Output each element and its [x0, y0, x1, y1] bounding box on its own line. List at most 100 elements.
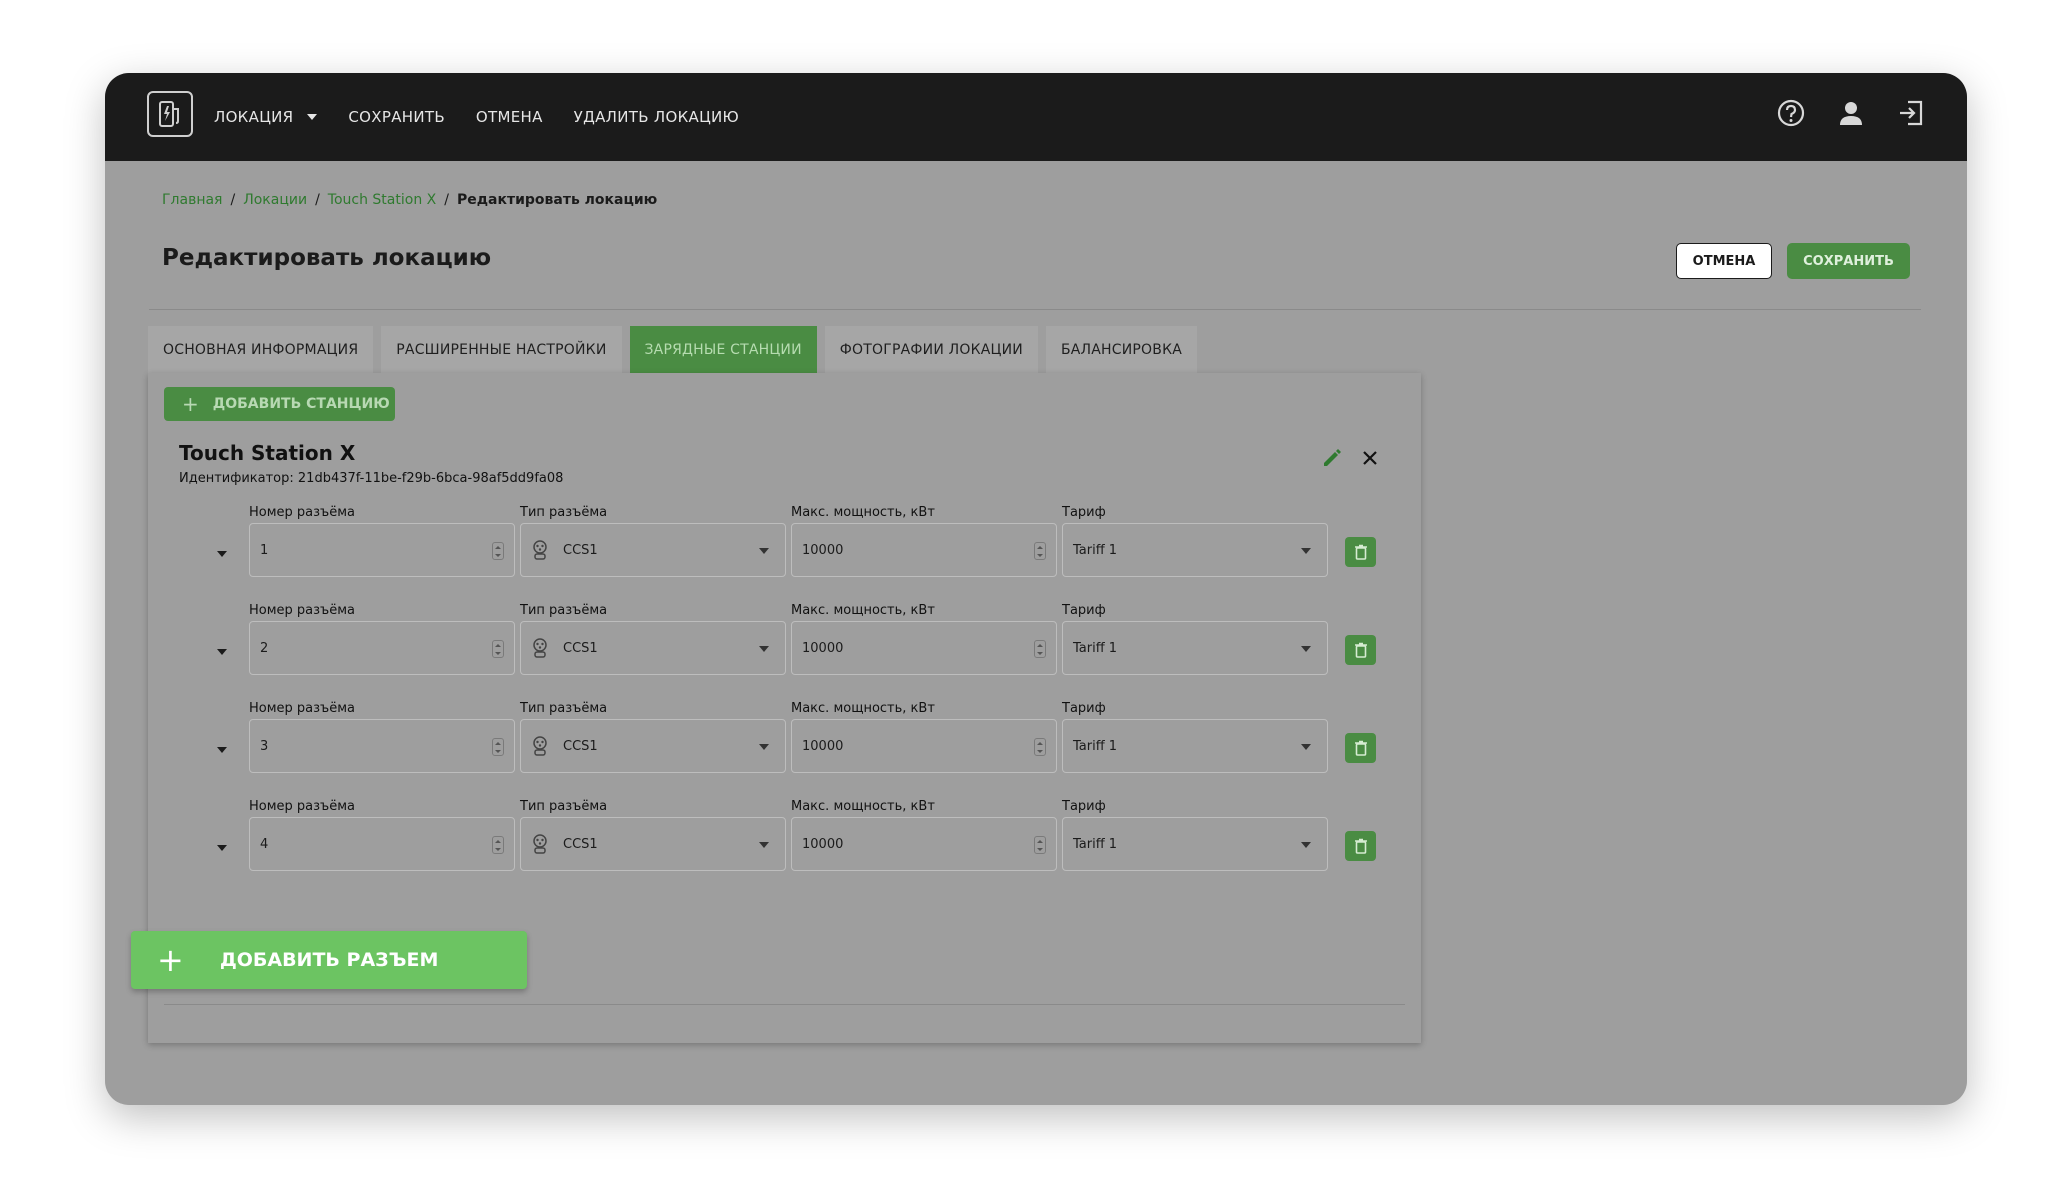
- connector-plug-icon: [533, 540, 547, 560]
- chevron-down-icon: [759, 744, 769, 750]
- tab-advanced-settings[interactable]: РАСШИРЕННЫЕ НАСТРОЙКИ: [381, 326, 622, 373]
- logout-icon[interactable]: [1895, 97, 1927, 129]
- top-navbar: ЛОКАЦИЯ СОХРАНИТЬ ОТМЕНА УДАЛИТЬ ЛОКАЦИЮ: [105, 73, 1967, 161]
- tariff-value: Tariff 1: [1073, 542, 1118, 558]
- connector-number-input[interactable]: 3: [249, 719, 515, 773]
- connector-number-input[interactable]: 4: [249, 817, 515, 871]
- connector-number-input[interactable]: 2: [249, 621, 515, 675]
- add-station-button[interactable]: + ДОБАВИТЬ СТАНЦИЮ: [164, 387, 395, 421]
- delete-connector-button[interactable]: [1345, 635, 1376, 665]
- tariff-label: Тариф: [1062, 701, 1106, 716]
- pencil-icon[interactable]: [1320, 446, 1344, 470]
- tabs: ОСНОВНАЯ ИНФОРМАЦИЯ РАСШИРЕННЫЕ НАСТРОЙК…: [148, 326, 1205, 373]
- connector-row: Номер разъёма 3 Тип разъёма CCS1 Макс. м…: [148, 691, 1421, 789]
- breadcrumb-home[interactable]: Главная: [162, 192, 222, 208]
- nav-location-menu[interactable]: ЛОКАЦИЯ: [214, 108, 318, 126]
- trash-icon: [1354, 544, 1367, 560]
- chevron-down-icon[interactable]: [217, 551, 227, 557]
- connector-row: Номер разъёма 4 Тип разъёма CCS1 Макс. м…: [148, 789, 1421, 887]
- chevron-down-icon: [1301, 744, 1311, 750]
- tariff-select[interactable]: Tariff 1: [1062, 621, 1328, 675]
- tab-charging-stations[interactable]: ЗАРЯДНЫЕ СТАНЦИИ: [629, 326, 817, 373]
- add-station-label: ДОБАВИТЬ СТАНЦИЮ: [212, 396, 390, 412]
- max-power-input[interactable]: 10000: [791, 817, 1057, 871]
- power-label: Макс. мощность, кВт: [791, 799, 935, 814]
- delete-connector-button[interactable]: [1345, 537, 1376, 567]
- tab-location-photos[interactable]: ФОТОГРАФИИ ЛОКАЦИИ: [824, 326, 1038, 373]
- tariff-label: Тариф: [1062, 799, 1106, 814]
- tariff-value: Tariff 1: [1073, 738, 1118, 754]
- tariff-value: Tariff 1: [1073, 640, 1118, 656]
- user-icon[interactable]: [1835, 97, 1867, 129]
- chevron-down-icon: [307, 114, 318, 120]
- type-label: Тип разъёма: [520, 799, 608, 814]
- connector-type-value: CCS1: [563, 640, 598, 656]
- stepper-icon[interactable]: [492, 542, 504, 560]
- tariff-label: Тариф: [1062, 603, 1106, 618]
- stepper-icon[interactable]: [1034, 640, 1046, 658]
- trash-icon: [1354, 740, 1367, 756]
- tab-main-info[interactable]: ОСНОВНАЯ ИНФОРМАЦИЯ: [148, 326, 374, 373]
- cancel-button[interactable]: ОТМЕНА: [1676, 243, 1772, 279]
- divider: [149, 309, 1921, 310]
- plus-icon: +: [182, 392, 199, 416]
- chevron-down-icon: [759, 842, 769, 848]
- chevron-down-icon[interactable]: [217, 649, 227, 655]
- breadcrumb-station[interactable]: Touch Station X: [328, 192, 436, 208]
- max-power-input[interactable]: 10000: [791, 621, 1057, 675]
- add-connector-button[interactable]: + ДОБАВИТЬ РАЗЪЕМ: [131, 931, 527, 989]
- connector-type-value: CCS1: [563, 836, 598, 852]
- tariff-label: Тариф: [1062, 505, 1106, 520]
- chevron-down-icon[interactable]: [217, 747, 227, 753]
- tab-balancing[interactable]: БАЛАНСИРОВКА: [1045, 326, 1197, 373]
- stations-panel: + ДОБАВИТЬ СТАНЦИЮ Touch Station X Идент…: [131, 373, 1421, 1043]
- chevron-down-icon: [1301, 646, 1311, 652]
- tariff-select[interactable]: Tariff 1: [1062, 817, 1328, 871]
- stepper-icon[interactable]: [1034, 836, 1046, 854]
- delete-connector-button[interactable]: [1345, 831, 1376, 861]
- connector-type-select[interactable]: CCS1: [520, 817, 786, 871]
- connector-type-select[interactable]: CCS1: [520, 523, 786, 577]
- chevron-down-icon: [759, 646, 769, 652]
- type-label: Тип разъёма: [520, 701, 608, 716]
- stepper-icon[interactable]: [492, 738, 504, 756]
- max-power-value: 10000: [802, 542, 844, 558]
- page-title: Редактировать локацию: [162, 245, 492, 271]
- save-button[interactable]: СОХРАНИТЬ: [1787, 243, 1910, 279]
- station-name: Touch Station X: [179, 441, 356, 465]
- nav-cancel[interactable]: ОТМЕНА: [476, 108, 543, 126]
- help-icon[interactable]: [1775, 97, 1807, 129]
- connector-number-input[interactable]: 1: [249, 523, 515, 577]
- breadcrumb-current: Редактировать локацию: [456, 192, 658, 208]
- max-power-input[interactable]: 10000: [791, 523, 1057, 577]
- tariff-select[interactable]: Tariff 1: [1062, 719, 1328, 773]
- tariff-select[interactable]: Tariff 1: [1062, 523, 1328, 577]
- stepper-icon[interactable]: [492, 640, 504, 658]
- stepper-icon[interactable]: [492, 836, 504, 854]
- connector-number-value: 3: [260, 738, 269, 754]
- stepper-icon[interactable]: [1034, 738, 1046, 756]
- connector-type-select[interactable]: CCS1: [520, 621, 786, 675]
- connector-row: Номер разъёма 1 Тип разъёма CCS1 Макс. м…: [148, 495, 1421, 593]
- chevron-down-icon: [1301, 842, 1311, 848]
- nav-delete-location[interactable]: УДАЛИТЬ ЛОКАЦИЮ: [574, 108, 739, 126]
- max-power-input[interactable]: 10000: [791, 719, 1057, 773]
- breadcrumb-locations[interactable]: Локации: [243, 192, 307, 208]
- stepper-icon[interactable]: [1034, 542, 1046, 560]
- connector-type-value: CCS1: [563, 738, 598, 754]
- connector-type-value: CCS1: [563, 542, 598, 558]
- breadcrumb-separator: /: [444, 192, 449, 208]
- trash-icon: [1354, 838, 1367, 854]
- delete-connector-button[interactable]: [1345, 733, 1376, 763]
- chevron-down-icon: [759, 548, 769, 554]
- nav-save[interactable]: СОХРАНИТЬ: [348, 108, 445, 126]
- connector-plug-icon: [533, 834, 547, 854]
- chevron-down-icon[interactable]: [217, 845, 227, 851]
- plus-icon: +: [157, 941, 184, 979]
- number-label: Номер разъёма: [249, 603, 356, 618]
- power-label: Макс. мощность, кВт: [791, 701, 935, 716]
- logo-icon[interactable]: [147, 91, 193, 137]
- number-label: Номер разъёма: [249, 799, 356, 814]
- close-icon[interactable]: [1358, 446, 1382, 470]
- connector-type-select[interactable]: CCS1: [520, 719, 786, 773]
